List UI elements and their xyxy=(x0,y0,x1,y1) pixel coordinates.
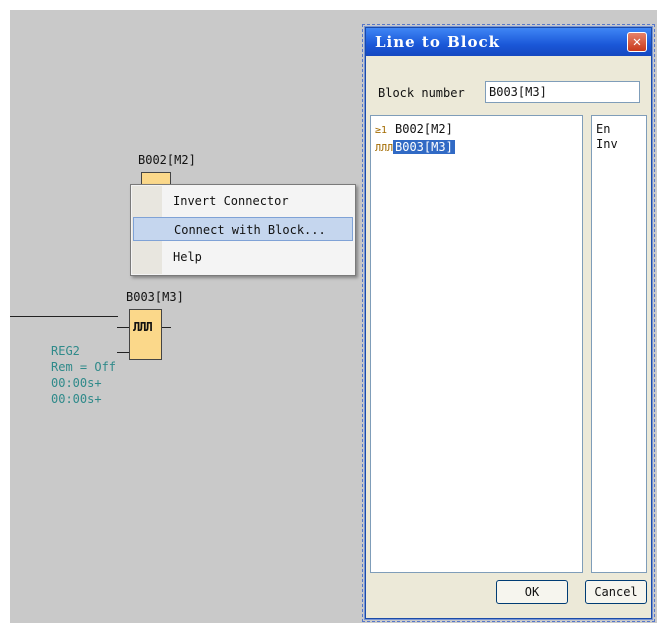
list-item-b003[interactable]: ЛЛЛ B003[M3] xyxy=(375,139,455,155)
connection-line[interactable] xyxy=(10,316,118,317)
block-number-label: Block number xyxy=(378,86,465,100)
block-b003[interactable]: ЛЛЛ xyxy=(129,309,162,360)
dialog-title: Line to Block xyxy=(375,33,500,51)
or-gate-icon: ≥1 xyxy=(375,125,388,136)
menu-item-help[interactable]: Help xyxy=(133,245,353,269)
param-remanence: Rem = Off xyxy=(51,360,117,374)
param-register: REG2 xyxy=(51,344,80,358)
line-to-block-dialog: Line to Block ✕ Block number B003[M3] ≥1… xyxy=(365,27,652,619)
block-b002-label: B002[M2] xyxy=(138,153,196,167)
pulse-icon: ЛЛЛ xyxy=(133,320,153,334)
block-list[interactable]: ≥1 B002[M2] ЛЛЛ B003[M3] xyxy=(370,115,583,573)
block-b003-params: REG2 Rem = Off 00:00s+ 00:00s+ xyxy=(51,343,116,407)
block-number-field[interactable]: B003[M3] xyxy=(485,81,640,103)
menu-item-invert-connector[interactable]: Invert Connector xyxy=(133,189,353,213)
connector-item-inv[interactable]: Inv xyxy=(596,136,618,152)
close-icon[interactable]: ✕ xyxy=(627,32,647,52)
list-item-b002[interactable]: ≥1 B002[M2] xyxy=(375,121,455,137)
cancel-button[interactable]: Cancel xyxy=(585,580,647,604)
block-b003-label: B003[M3] xyxy=(126,290,184,304)
ok-button[interactable]: OK xyxy=(496,580,568,604)
context-menu: Invert Connector Connect with Block... H… xyxy=(130,184,356,276)
connector-list[interactable]: En Inv xyxy=(591,115,647,573)
param-time-1: 00:00s+ xyxy=(51,376,102,390)
menu-item-connect-with-block[interactable]: Connect with Block... xyxy=(133,217,353,241)
connector-item-en[interactable]: En xyxy=(596,121,610,137)
param-time-2: 00:00s+ xyxy=(51,392,102,406)
pulse-icon: ЛЛЛ xyxy=(375,143,394,154)
dialog-titlebar[interactable]: Line to Block ✕ xyxy=(366,28,651,56)
b003-output-pin[interactable] xyxy=(161,327,171,328)
